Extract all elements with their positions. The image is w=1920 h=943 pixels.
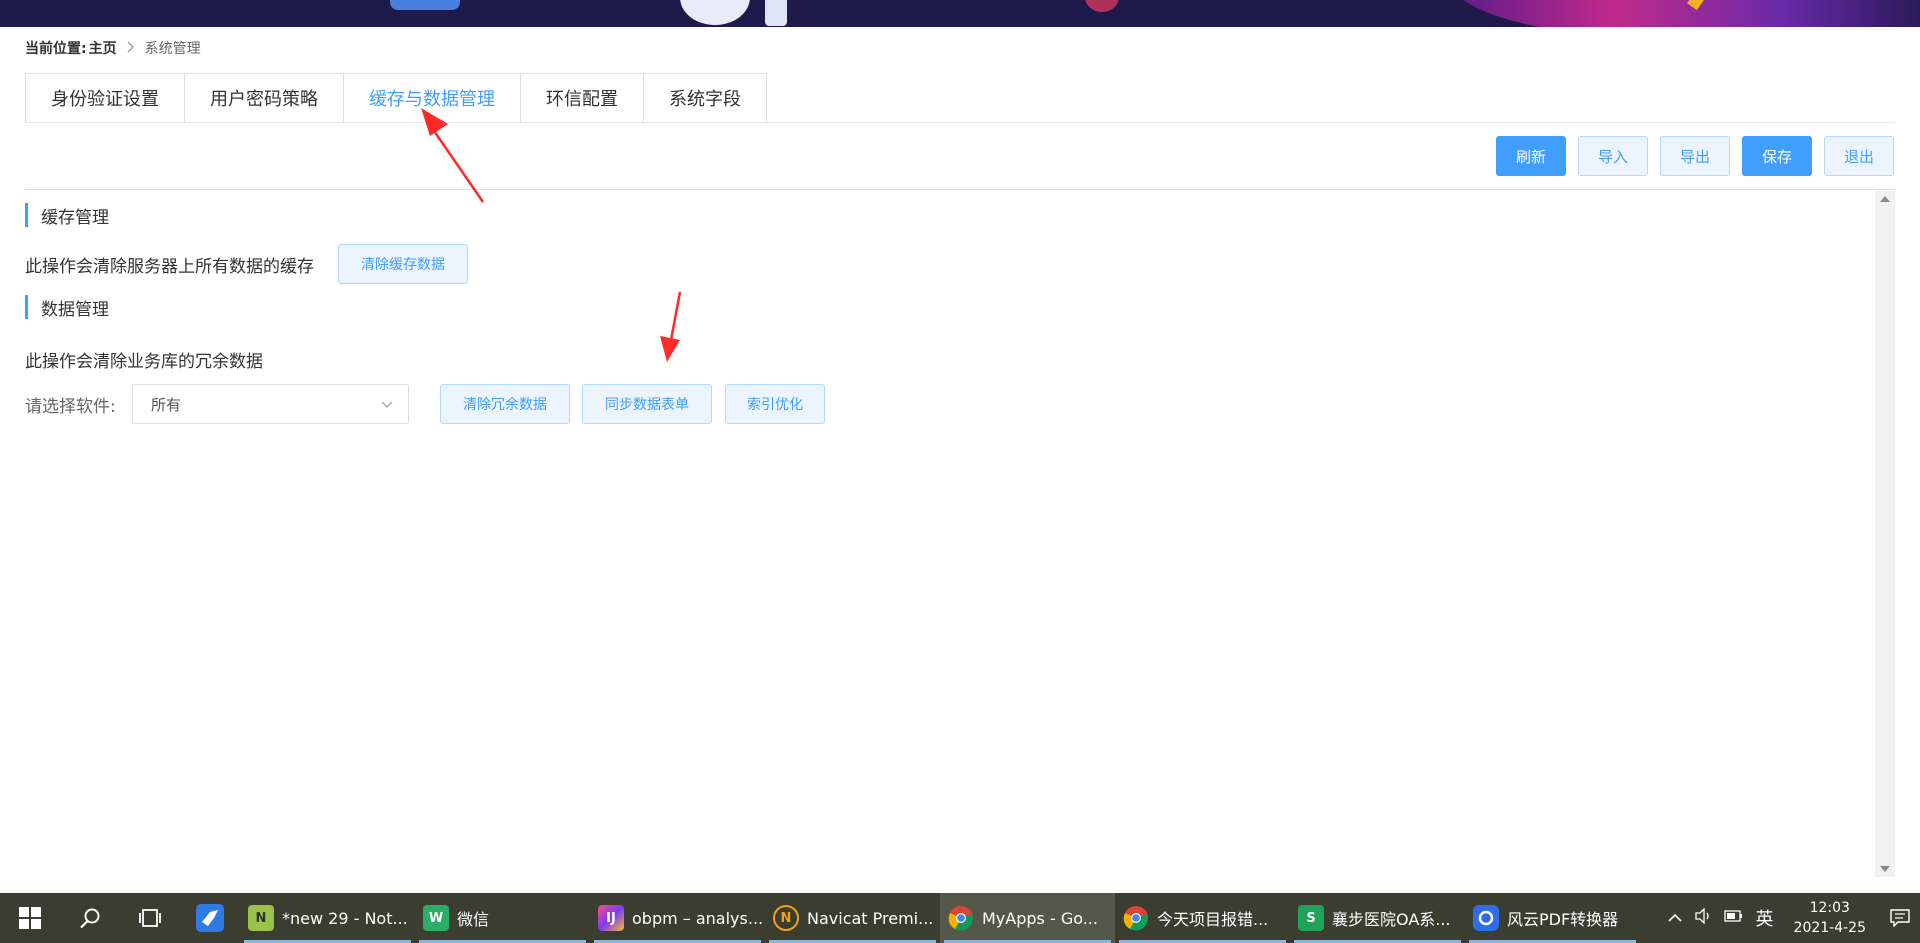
- taskbar-app-wps-sheet[interactable]: S 襄步医院OA系...: [1290, 893, 1465, 943]
- taskbar-app-chrome-myapps[interactable]: MyApps - Go...: [940, 893, 1115, 943]
- windows-start-icon[interactable]: [0, 893, 60, 943]
- data-description: 此操作会清除业务库的冗余数据: [25, 352, 263, 372]
- tab-easemob-config[interactable]: 环信配置: [521, 73, 644, 123]
- search-icon[interactable]: [60, 893, 120, 943]
- banner-decoration: [1085, 0, 1119, 12]
- banner-decoration: [680, 0, 750, 25]
- scroll-down-icon[interactable]: [1880, 866, 1890, 872]
- toolbar-divider: [25, 189, 1895, 190]
- banner-decoration: [390, 0, 460, 10]
- clock-time: 12:03: [1809, 900, 1850, 916]
- wps-sheet-icon: S: [1298, 905, 1324, 931]
- ime-indicator[interactable]: 英: [1750, 905, 1780, 931]
- volume-icon[interactable]: [1688, 907, 1718, 928]
- tab-cache-data[interactable]: 缓存与数据管理: [344, 73, 521, 123]
- battery-icon[interactable]: [1718, 909, 1750, 927]
- notepadpp-icon: N: [248, 905, 274, 931]
- taskbar-app-label: Navicat Premi...: [807, 908, 934, 928]
- taskbar-app-label: 襄步医院OA系...: [1332, 910, 1451, 929]
- task-view-icon[interactable]: [120, 893, 180, 943]
- clear-redundant-button[interactable]: 清除冗余数据: [440, 384, 570, 424]
- taskbar-app-chrome-error[interactable]: 今天项目报错...: [1115, 893, 1290, 943]
- taskbar-app-pdf-converter[interactable]: 风云PDF转换器: [1465, 893, 1640, 943]
- toolbar: 刷新 导入 导出 保存 退出: [1496, 136, 1894, 176]
- refresh-button[interactable]: 刷新: [1496, 136, 1566, 176]
- main-content: 缓存管理 此操作会清除服务器上所有数据的缓存 清除缓存数据 数据管理 此操作会清…: [25, 195, 1875, 885]
- taskbar-app-wechat[interactable]: W 微信: [415, 893, 590, 943]
- cache-section-title: 缓存管理: [25, 203, 109, 228]
- taskbar-app-label: 微信: [457, 910, 490, 929]
- breadcrumb-label: 当前位置:: [25, 41, 87, 57]
- taskbar-app-intellij[interactable]: IJ obpm – analys...: [590, 893, 765, 943]
- chevron-up-icon[interactable]: [1662, 909, 1688, 927]
- exit-button[interactable]: 退出: [1824, 136, 1894, 176]
- tab-auth-settings[interactable]: 身份验证设置: [25, 73, 185, 123]
- tab-divider: [25, 122, 1895, 123]
- clock-date: 2021-4-25: [1793, 920, 1866, 936]
- chevron-right-icon: [127, 41, 134, 52]
- taskbar-app-label: MyApps - Go...: [982, 908, 1098, 928]
- chrome-icon: [1123, 905, 1149, 931]
- notification-icon[interactable]: [1880, 893, 1920, 943]
- software-select-value: 所有: [151, 395, 182, 414]
- import-button[interactable]: 导入: [1578, 136, 1648, 176]
- banner-decoration: [765, 0, 787, 26]
- tab-bar: 身份验证设置 用户密码策略 缓存与数据管理 环信配置 系统字段: [25, 73, 767, 123]
- pinned-app-bird-icon[interactable]: [180, 893, 240, 943]
- export-button[interactable]: 导出: [1660, 136, 1730, 176]
- vertical-scrollbar[interactable]: [1875, 191, 1895, 877]
- taskbar-app-label: 今天项目报错...: [1157, 910, 1269, 929]
- data-section-title: 数据管理: [25, 295, 109, 320]
- chevron-down-icon: [381, 401, 393, 408]
- software-select[interactable]: 所有: [132, 384, 409, 424]
- sync-forms-button[interactable]: 同步数据表单: [582, 384, 712, 424]
- breadcrumb-current: 系统管理: [144, 41, 201, 57]
- pdf-converter-icon: [1473, 905, 1499, 931]
- banner-decoration: [1450, 0, 1920, 27]
- tab-system-fields[interactable]: 系统字段: [644, 73, 767, 123]
- taskbar-app-notepadpp[interactable]: N *new 29 - Not...: [240, 893, 415, 943]
- software-select-label: 请选择软件:: [25, 397, 116, 417]
- windows-taskbar: N *new 29 - Not... W 微信 IJ obpm – analys…: [0, 893, 1920, 943]
- chrome-icon: [948, 905, 974, 931]
- taskbar-app-navicat[interactable]: N Navicat Premi...: [765, 893, 940, 943]
- navicat-icon: N: [773, 905, 799, 931]
- taskbar-app-label: obpm – analys...: [632, 908, 764, 928]
- clock[interactable]: 12:03 2021-4-25: [1780, 898, 1880, 938]
- top-banner: [0, 0, 1920, 27]
- breadcrumb-separator: [127, 41, 135, 56]
- breadcrumb: 当前位置: 主页 系统管理: [25, 38, 201, 58]
- system-tray: 英 12:03 2021-4-25: [1662, 893, 1920, 943]
- clear-cache-button[interactable]: 清除缓存数据: [338, 244, 468, 284]
- scroll-up-icon[interactable]: [1880, 196, 1890, 202]
- taskbar-app-label: *new 29 - Not...: [282, 908, 408, 928]
- taskbar-app-label: 风云PDF转换器: [1507, 910, 1619, 929]
- cache-description: 此操作会清除服务器上所有数据的缓存: [25, 257, 314, 277]
- tab-password-policy[interactable]: 用户密码策略: [185, 73, 344, 123]
- intellij-icon: IJ: [598, 905, 624, 931]
- breadcrumb-home-link[interactable]: 主页: [89, 38, 117, 58]
- index-optimize-button[interactable]: 索引优化: [725, 384, 825, 424]
- wechat-icon: W: [423, 905, 449, 931]
- save-button[interactable]: 保存: [1742, 136, 1812, 176]
